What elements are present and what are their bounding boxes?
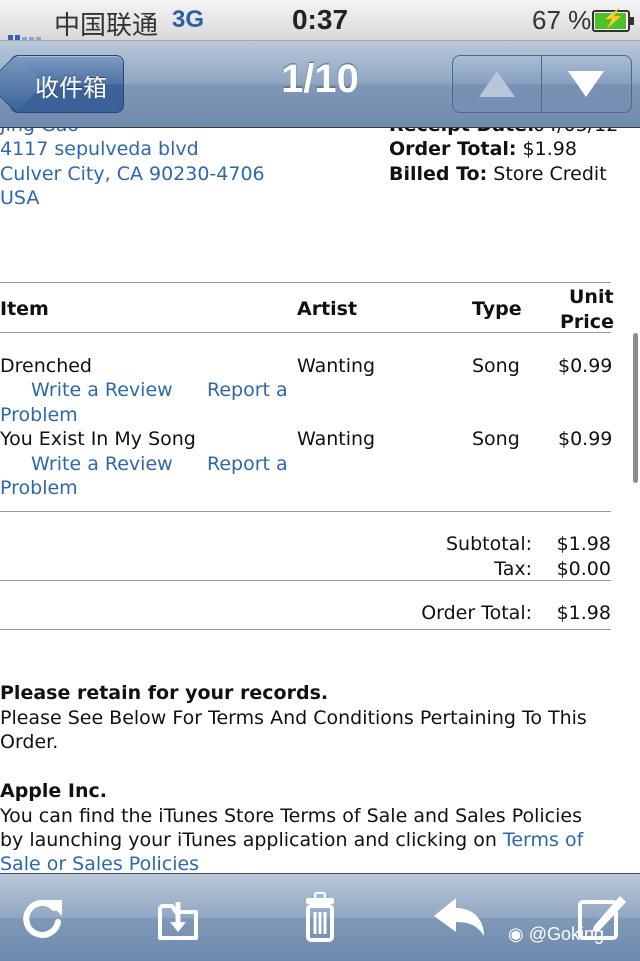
item-artist: Wanting [297,428,376,450]
divider [0,282,611,283]
subtotal-value: $1.98 [556,533,611,555]
item-name: Drenched [0,355,92,377]
terms-text-1: You can find the iTunes Store Terms of S… [0,805,582,827]
terms-text-2: by launching your iTunes application and… [0,829,583,851]
message-position-title: 1/10 [281,57,359,101]
delete-button[interactable] [288,888,352,948]
report-problem-link[interactable]: Report a [207,379,288,401]
billed-to-summary: Billed To: Store Credit [389,163,607,185]
battery-icon: ⚡ [592,8,634,32]
column-header-price: Price [560,311,614,333]
retain-text-2: Order. [0,731,59,753]
weibo-icon: ◉ [508,924,524,944]
down-arrow-icon [568,71,604,97]
status-bar: 中国联通 3G 0:37 67 % ⚡ [0,0,640,41]
retain-text-1: Please See Below For Terms And Condition… [0,707,587,729]
address-line-2[interactable]: Culver City, CA 90230-4706 [0,163,265,185]
watermark-text: @Goking [528,924,605,944]
back-button-label: 收件箱 [35,74,107,102]
navigation-bar: 收件箱 1/10 [0,41,640,128]
address-country[interactable]: USA [0,187,39,209]
write-review-link[interactable]: Write a Review [31,453,173,475]
item-price: $0.99 [558,355,613,377]
order-total-value: $1.98 [522,138,577,160]
item-name: You Exist In My Song [0,428,196,450]
report-problem-link[interactable]: Report a [207,453,288,475]
report-problem-link-cont[interactable]: Problem [0,404,78,426]
tax-value: $0.00 [556,558,611,580]
item-type: Song [472,355,520,377]
terms-text-prefix: by launching your iTunes application and… [0,829,497,851]
message-navigation-control [452,55,632,113]
receipt-date-label: Receipt Date: [389,128,535,136]
trash-icon [306,892,334,942]
item-artist: Wanting [297,355,376,377]
billed-to-value: Store Credit [493,163,607,185]
column-header-unit: Unit [569,286,614,308]
write-review-link[interactable]: Write a Review [31,379,173,401]
subtotal-label: Subtotal: [445,533,532,555]
column-header-artist: Artist [297,298,358,320]
bottom-toolbar: ◉ @Goking [0,873,640,961]
refresh-icon [23,899,62,938]
item-price: $0.99 [558,428,613,450]
battery-percent: 67 % [532,5,592,35]
company-name: Apple Inc. [0,780,107,802]
divider [0,511,611,512]
billing-name: Jing Gao [0,128,79,136]
terms-link[interactable]: Terms of [503,829,583,851]
grand-total-value: $1.98 [556,602,611,624]
receipt-date-value: 04/05/12 [533,128,618,136]
item-type: Song [472,428,520,450]
terms-link-cont[interactable]: Sale or Sales Policies [0,853,199,873]
scrollbar[interactable] [633,333,638,483]
order-total-summary: Order Total: $1.98 [389,138,577,160]
move-to-folder-icon [158,902,198,940]
reply-icon [434,898,484,936]
divider [0,580,611,581]
report-problem-link-cont[interactable]: Problem [0,477,78,499]
grand-total-label: Order Total: [421,602,532,624]
divider [0,629,611,630]
billed-to-label: Billed To: [389,163,488,185]
watermark: ◉ @Goking [508,924,604,945]
tax-label: Tax: [494,558,532,580]
refresh-button[interactable] [10,888,74,948]
next-message-button[interactable] [542,56,630,112]
email-body[interactable]: Jing Gao 4117 sepulveda blvd Culver City… [0,128,640,873]
address-line-1[interactable]: 4117 sepulveda blvd [0,138,199,160]
divider [0,332,611,333]
column-header-type: Type [472,298,522,320]
order-total-label: Order Total: [389,138,517,160]
reply-button[interactable] [428,888,492,948]
column-header-item: Item [0,298,49,320]
inbox-back-button[interactable]: 收件箱 [10,55,124,113]
move-message-button[interactable] [146,888,210,948]
up-arrow-icon [479,71,515,97]
retain-heading: Please retain for your records. [0,682,329,704]
previous-message-button[interactable] [453,56,542,112]
